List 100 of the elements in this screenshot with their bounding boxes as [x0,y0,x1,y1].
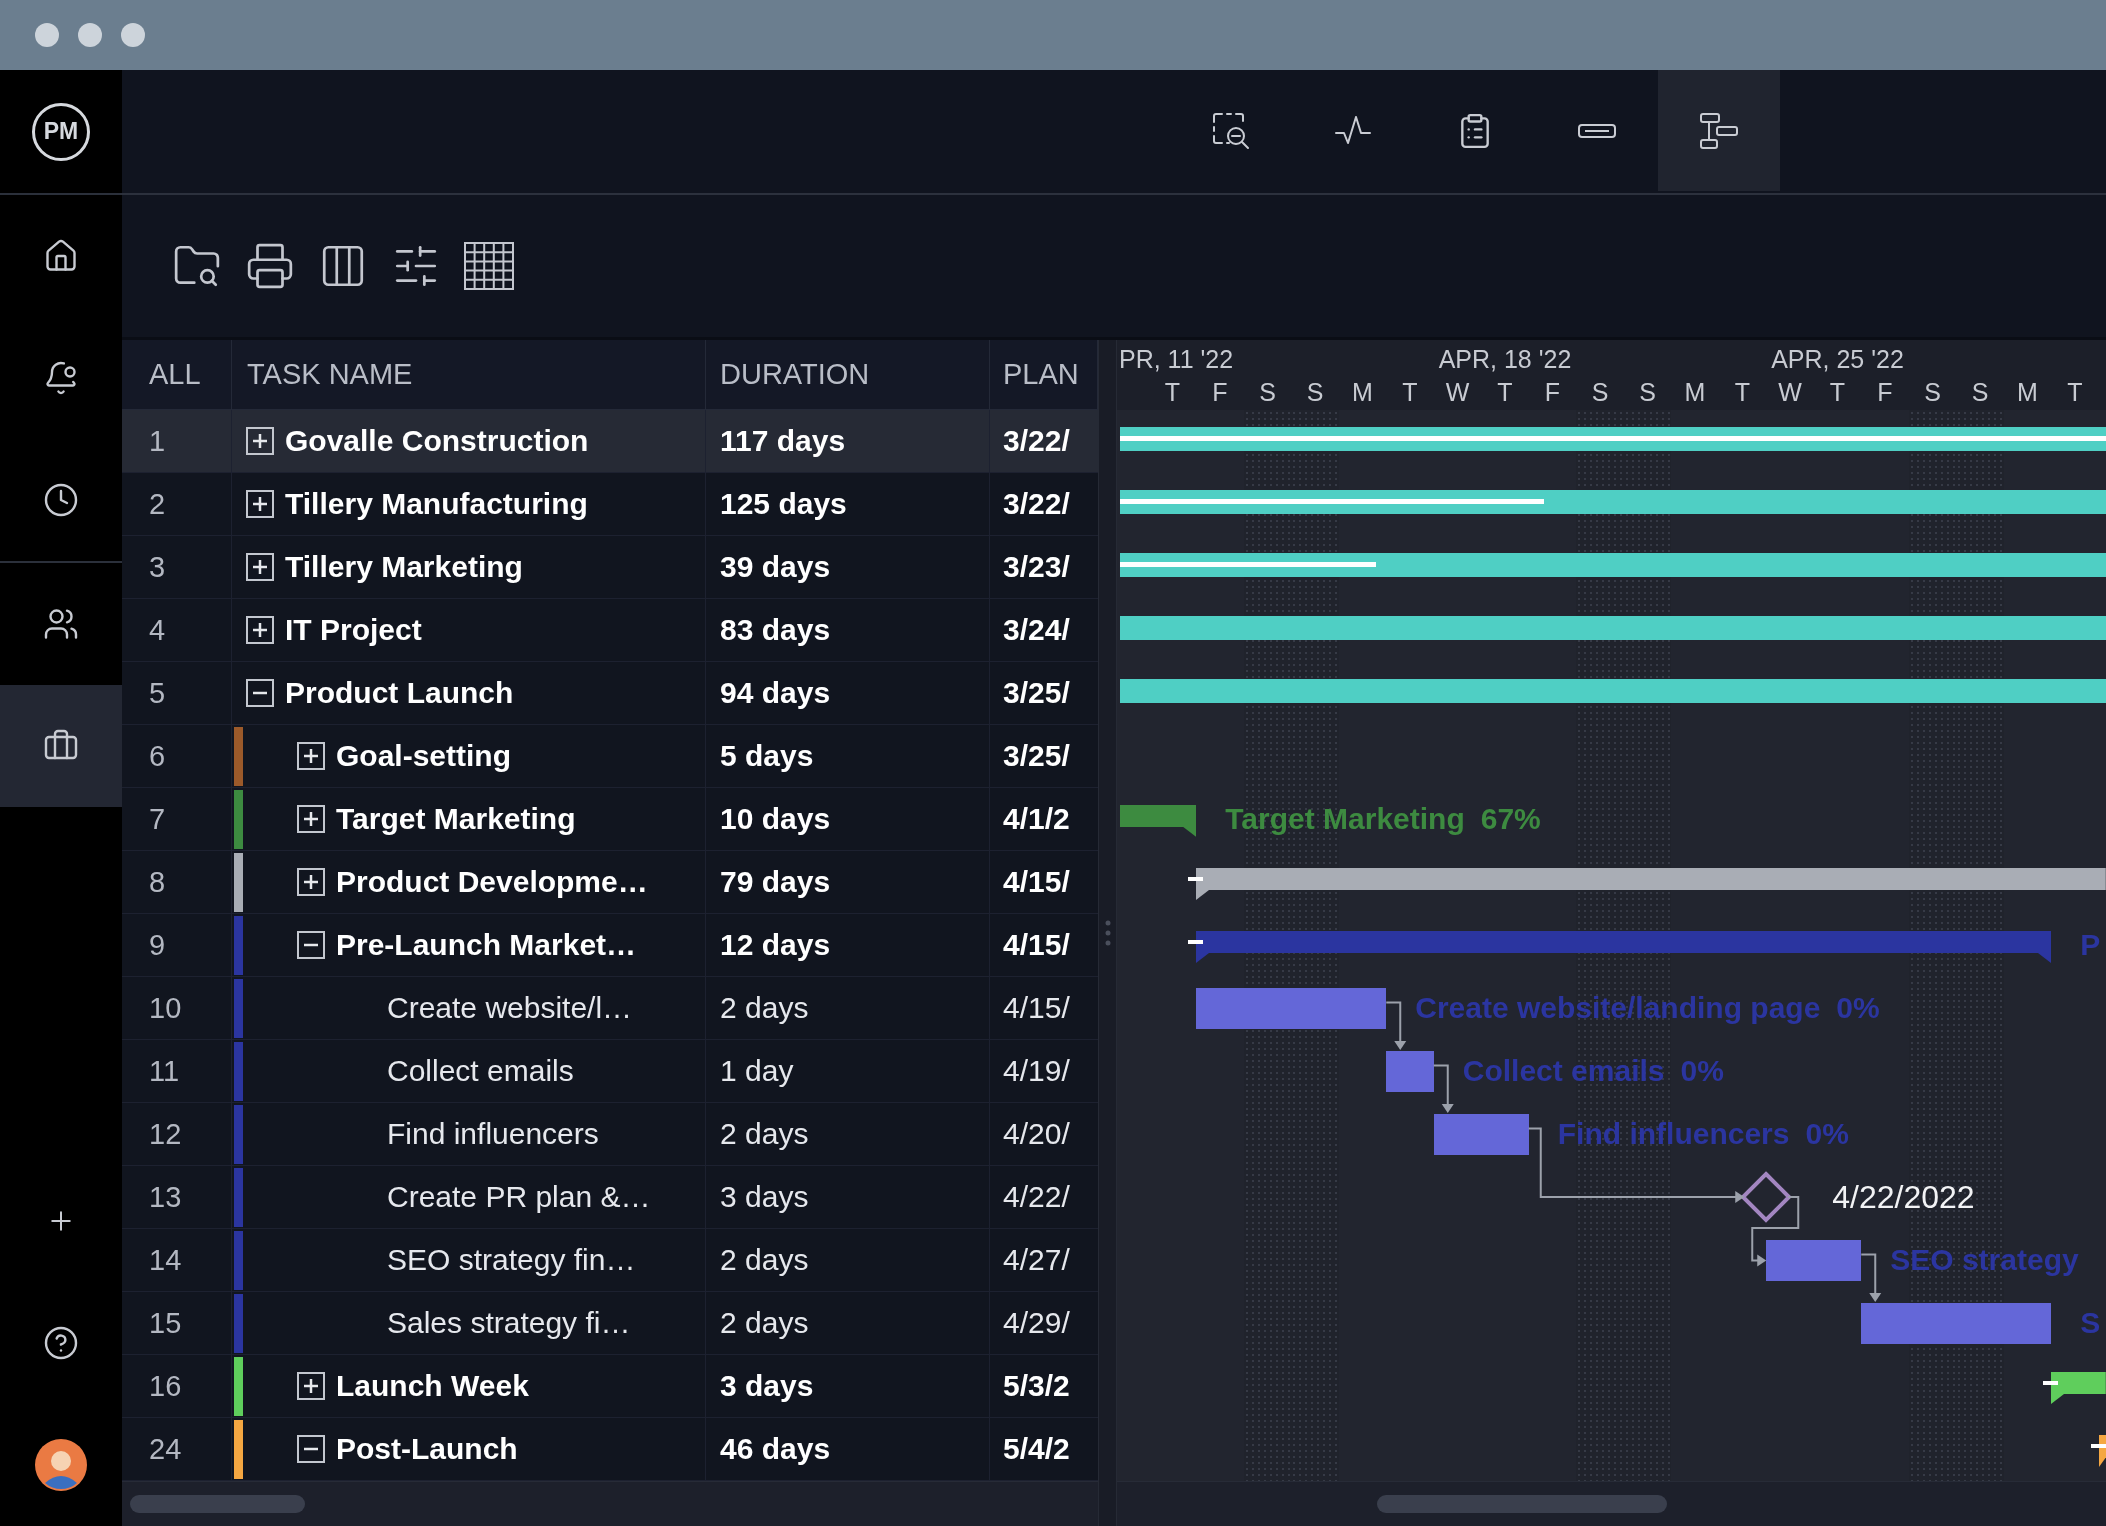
row-number: 9 [122,914,232,976]
row-number: 8 [122,851,232,913]
bell-icon [43,360,79,396]
planned-start-date: 4/20/ [1002,1116,1071,1152]
table-row[interactable]: 11 Collect emails 1 day 4/19/ [122,1040,1098,1103]
summary-bar[interactable] [1188,868,2106,900]
planned-start-date: 4/29/ [1002,1305,1071,1341]
table-row[interactable]: 8 Product Developme… 79 days 4/15/ [122,851,1098,914]
table-row[interactable]: 3 Tillery Marketing 39 days 3/23/ [122,536,1098,599]
day-label: W [1777,377,1803,407]
window-control-icon[interactable] [121,23,145,47]
plus-box-icon[interactable] [246,427,274,455]
task-duration: 5 days [706,725,990,787]
table-row[interactable]: 7 Target Marketing 10 days 4/1/2 [122,788,1098,851]
plus-box-icon[interactable] [246,553,274,581]
scrollbar-thumb[interactable] [1377,1495,1667,1513]
table-row[interactable]: 14 SEO strategy fin… 2 days 4/27/ [122,1229,1098,1292]
task-duration: 39 days [706,536,990,598]
app-logo[interactable]: PM [32,102,90,161]
table-row[interactable]: 15 Sales strategy fi… 2 days 4/29/ [122,1292,1098,1355]
gantt-view-tab[interactable] [1658,70,1780,191]
row-number: 16 [122,1355,232,1417]
task-duration: 10 days [706,788,990,850]
column-header[interactable]: TASK NAME [232,340,706,409]
plus-box-icon[interactable] [297,805,325,833]
plus-box-icon[interactable] [246,490,274,518]
task-duration: 2 days [706,1229,990,1291]
task-duration: 3 days [706,1166,990,1228]
table-row[interactable]: 10 Create website/l… 2 days 4/15/ [122,977,1098,1040]
row-number: 4 [122,599,232,661]
briefcase-nav-button[interactable] [0,685,122,807]
day-label: T [2066,377,2084,407]
bar-label: P [2080,927,2101,963]
plus-box-icon[interactable] [297,868,325,896]
row-number: 11 [122,1040,232,1102]
day-label: T [1733,377,1752,407]
table-row[interactable]: 5 Product Launch 94 days 3/25/ [122,662,1098,725]
gantt-icon [1700,112,1738,149]
table-row[interactable]: 12 Find influencers 2 days 4/20/ [122,1103,1098,1166]
task-name: Sales strategy fi… [387,1306,631,1340]
row-number: 6 [122,725,232,787]
table-row[interactable]: 13 Create PR plan &… 3 days 4/22/ [122,1166,1098,1229]
planned-start-date: 4/27/ [1002,1242,1071,1278]
minus-box-icon[interactable] [297,1435,325,1463]
column-header[interactable]: DURATION [706,340,990,409]
table-row[interactable]: 16 Launch Week 3 days 5/3/2 [122,1355,1098,1418]
day-label: F [1876,377,1894,407]
window-control-icon[interactable] [35,23,59,47]
day-label: F [1211,377,1229,407]
plus-box-icon[interactable] [246,616,274,644]
task-name: Launch Week [336,1369,529,1403]
day-label: S [1970,377,1990,407]
task-name: Post-Launch [336,1432,518,1466]
day-label: S [1305,377,1325,407]
planned-start-date: 4/15/ [1002,927,1071,963]
window-control-icon[interactable] [78,23,102,47]
plus-box-icon[interactable] [297,1372,325,1400]
milestone-diamond[interactable] [1740,1171,1793,1223]
table-view-button[interactable] [463,240,515,292]
table-row[interactable]: 9 Pre-Launch Market… 12 days 4/15/ [122,914,1098,977]
home-icon [43,238,79,274]
task-duration: 94 days [706,662,990,724]
planned-start-date: 3/25/ [1002,675,1071,711]
table-row[interactable]: 2 Tillery Manufacturing 125 days 3/22/ [122,473,1098,536]
grid-icon [464,242,514,290]
planned-start-date: 3/22/ [1002,486,1071,522]
minus-box-icon[interactable] [246,679,274,707]
table-row[interactable]: 6 Goal-setting 5 days 3/25/ [122,725,1098,788]
planned-start-date: 4/1/2 [1002,801,1071,837]
table-row[interactable]: 1 Govalle Construction 117 days 3/22/ [122,410,1098,473]
row-number: 7 [122,788,232,850]
percent-label: 67% [1480,801,1541,837]
milestone-date-label: 4/22/2022 [1832,1179,1975,1215]
task-duration: 125 days [706,473,990,535]
week-label: PR, 11 '22 [1119,344,1234,374]
task-name: Tillery Manufacturing [285,487,588,521]
bar-label: Find influencers [1557,1116,1790,1152]
plus-box-icon[interactable] [297,742,325,770]
day-label: T [1163,377,1182,407]
avatar-icon[interactable] [35,1439,87,1491]
row-number: 2 [122,473,232,535]
day-label: S [1923,377,1942,407]
task-name: Create website/l… [387,991,633,1025]
task-name: Product Launch [285,676,514,710]
summary-bar[interactable] [2090,1435,2106,1467]
minus-box-icon[interactable] [297,931,325,959]
table-row[interactable]: 4 IT Project 83 days 3/24/ [122,599,1098,662]
planned-start-date: 5/3/2 [1002,1368,1071,1404]
task-duration: 79 days [706,851,990,913]
day-label: M [1351,377,1374,407]
grip-icon[interactable] [1104,920,1111,946]
day-label: T [1828,377,1847,407]
summary-bar[interactable] [2043,1372,2106,1404]
day-label: M [1683,377,1707,407]
clock-icon [43,482,79,518]
scrollbar-thumb[interactable] [130,1495,305,1513]
day-label: T [1496,377,1514,407]
zoom-out-icon [1212,111,1250,150]
task-name: Collect emails [387,1054,574,1088]
column-header[interactable]: ALL [122,340,232,409]
